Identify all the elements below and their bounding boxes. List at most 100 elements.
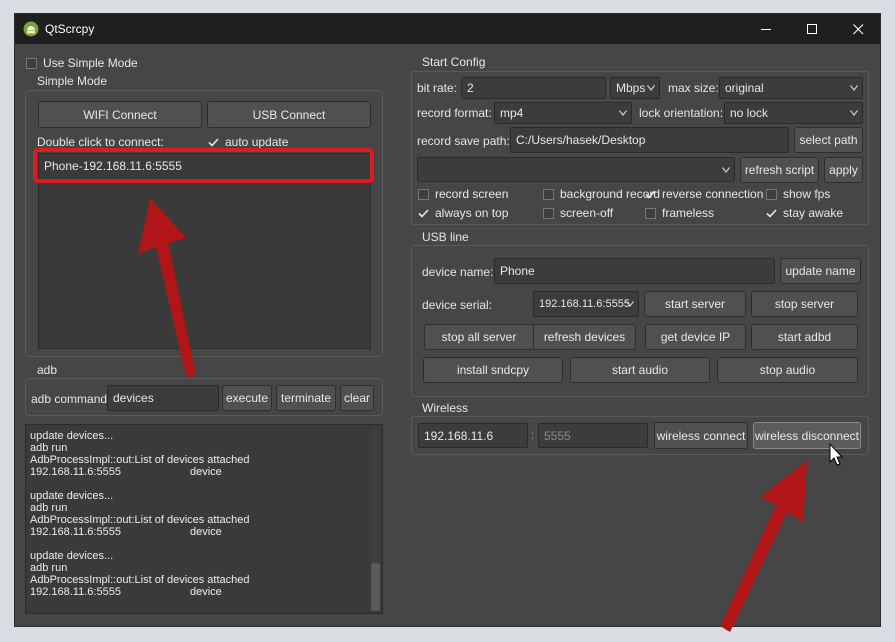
reverse-connection-label: reverse connection [662, 187, 764, 201]
reverse-connection-checkbox[interactable]: reverse connection [645, 187, 763, 201]
record-save-path-input[interactable]: C:/Users/hasek/Desktop [510, 127, 789, 153]
frameless-checkbox[interactable]: frameless [645, 206, 714, 220]
checkbox-box [26, 57, 37, 69]
minimize-button[interactable] [744, 14, 790, 44]
log-text: AdbProcessImpl::out:List of devices atta… [30, 514, 250, 526]
select-path-button[interactable]: select path [794, 127, 863, 153]
log-text: 192.168.11.6:5555 [30, 586, 121, 598]
adb-command-input[interactable]: devices [107, 385, 219, 411]
start-config-title: Start Config [422, 55, 486, 69]
wireless-disconnect-button[interactable]: wireless disconnect [753, 422, 861, 449]
stay-awake-checkbox[interactable]: stay awake [766, 206, 843, 220]
log-line: AdbProcessImpl::out:List of devices atta… [30, 574, 250, 586]
start-adbd-button[interactable]: start adbd [751, 324, 858, 350]
clear-button[interactable]: clear [340, 385, 374, 411]
get-device-ip-button[interactable]: get device IP [645, 324, 746, 350]
bit-rate-label: bit rate: [417, 81, 458, 95]
app-window: QtScrcpy Use Simple Mode Simple Mode WIF… [14, 13, 881, 627]
checkbox-box [418, 188, 429, 200]
start-server-button[interactable]: start server [644, 291, 746, 317]
window-title: QtScrcpy [45, 22, 95, 36]
auto-update-checkbox[interactable]: auto update [208, 135, 288, 149]
device-serial-value: 192.168.11.6:5555 [539, 298, 630, 310]
log-line: AdbProcessImpl::out:List of devices atta… [30, 454, 250, 466]
log-line: update devices... [30, 490, 113, 502]
terminate-button[interactable]: terminate [276, 385, 336, 411]
record-screen-label: record screen [435, 187, 509, 201]
stop-all-server-button[interactable]: stop all server [424, 324, 534, 350]
record-format-value: mp4 [500, 106, 524, 120]
max-size-select[interactable]: original [719, 77, 863, 99]
record-screen-checkbox[interactable]: record screen [418, 187, 508, 201]
log-line: update devices... [30, 550, 113, 562]
adb-group-title: adb [37, 363, 58, 377]
android-app-icon [23, 21, 39, 37]
checkbox-box [766, 208, 777, 219]
show-fps-checkbox[interactable]: show fps [766, 187, 830, 201]
log-line: update devices... [30, 430, 113, 442]
close-button[interactable] [836, 14, 882, 44]
stop-audio-button[interactable]: stop audio [717, 357, 858, 383]
record-format-select[interactable]: mp4 [494, 102, 632, 124]
adb-log-output[interactable]: update devices... adb run AdbProcessImpl::… [25, 424, 383, 614]
log-text: 192.168.11.6:5555 [30, 466, 121, 478]
log-scrollbar-thumb[interactable] [371, 563, 380, 611]
bit-rate-input[interactable]: 2 [461, 77, 606, 99]
script-select[interactable] [417, 157, 735, 182]
log-line: 192.168.11.6:5555 device [30, 466, 222, 478]
adb-command-label: adb command: [31, 392, 111, 406]
check-icon [208, 137, 219, 147]
title-bar[interactable]: QtScrcpy [15, 14, 880, 44]
chevron-down-icon [722, 166, 730, 173]
chevron-down-icon [850, 110, 858, 116]
close-icon [853, 24, 864, 35]
max-size-value: original [725, 81, 764, 95]
checkbox-box [766, 188, 777, 200]
bit-rate-unit-value: Mbps [616, 81, 646, 95]
wireless-connect-button[interactable]: wireless connect [654, 422, 748, 449]
apply-button[interactable]: apply [824, 157, 863, 183]
log-line: AdbProcessImpl::out:List of devices atta… [30, 514, 250, 526]
screen-off-checkbox[interactable]: screen-off [543, 206, 613, 220]
wifi-connect-button[interactable]: WIFI Connect [38, 101, 202, 128]
wireless-ip-input[interactable]: 192.168.11.6 [418, 423, 528, 448]
chevron-down-icon [850, 85, 858, 91]
wireless-port-input[interactable]: 5555 [538, 423, 648, 448]
always-on-top-checkbox[interactable]: always on top [418, 206, 508, 220]
maximize-icon [807, 24, 817, 34]
log-text: update devices... [30, 490, 114, 502]
check-icon [766, 208, 777, 218]
use-simple-mode-checkbox[interactable]: Use Simple Mode [26, 56, 138, 70]
stay-awake-label: stay awake [783, 206, 844, 220]
log-text: 192.168.11.6:5555 [30, 526, 121, 538]
frameless-label: frameless [662, 206, 715, 220]
refresh-script-button[interactable]: refresh script [740, 157, 819, 183]
log-text: adb run [30, 502, 68, 514]
device-highlight-box [33, 148, 374, 183]
refresh-devices-button[interactable]: refresh devices [533, 324, 636, 350]
usb-connect-button[interactable]: USB Connect [207, 101, 371, 128]
auto-update-label: auto update [225, 135, 289, 149]
log-line: adb run [30, 442, 67, 454]
device-name-input[interactable]: Phone [494, 258, 775, 284]
install-sndcpy-button[interactable]: install sndcpy [423, 357, 563, 383]
checkbox-box [543, 188, 554, 200]
checkbox-box [645, 207, 656, 219]
log-text: adb run [30, 442, 68, 454]
start-audio-button[interactable]: start audio [570, 357, 710, 383]
device-serial-select[interactable]: 192.168.11.6:5555 [533, 291, 639, 317]
update-name-button[interactable]: update name [780, 258, 861, 284]
lock-orientation-select[interactable]: no lock [724, 102, 863, 124]
log-status: device [190, 466, 222, 478]
bit-rate-unit-select[interactable]: Mbps [610, 77, 660, 99]
maximize-button[interactable] [790, 14, 836, 44]
execute-button[interactable]: execute [222, 385, 272, 411]
double-click-label: Double click to connect: [37, 135, 164, 149]
log-text: AdbProcessImpl::out:List of devices atta… [30, 574, 250, 586]
log-text: adb run [30, 562, 68, 574]
stop-server-button[interactable]: stop server [751, 291, 858, 317]
record-format-label: record format: [417, 106, 492, 120]
background-record-checkbox[interactable]: background record [543, 187, 660, 201]
check-icon [418, 208, 429, 218]
always-on-top-label: always on top [435, 206, 509, 220]
